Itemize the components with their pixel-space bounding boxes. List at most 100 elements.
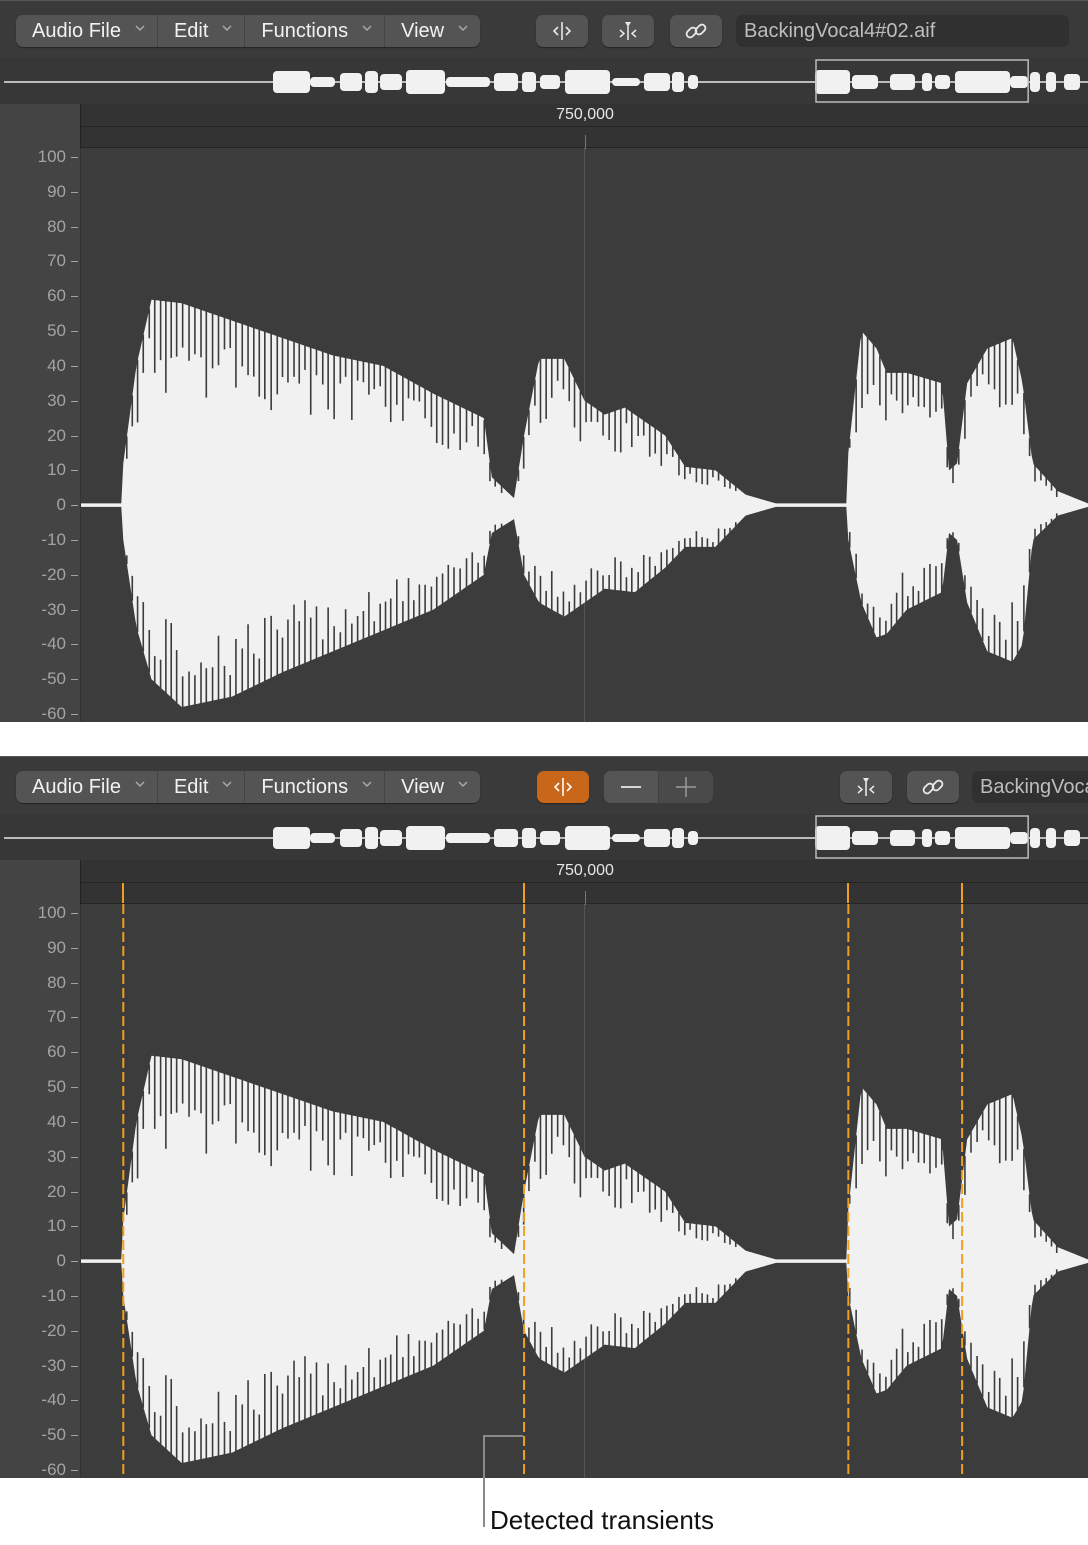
overview-blob bbox=[565, 826, 610, 850]
amplitude-axis: 100 90 80 70 60 50 40 30 20 10 0 -10 -20 -30 -40 -50 -60 bbox=[0, 903, 81, 1478]
ruler-marker-row bbox=[81, 127, 1088, 149]
y-tick-label: 80 bbox=[47, 972, 66, 992]
y-tick-label: -20 bbox=[41, 564, 66, 584]
menu-group: Audio File Edit Functions View bbox=[16, 771, 481, 803]
transient-edit-mode-button[interactable] bbox=[536, 15, 588, 47]
y-tick-label: 30 bbox=[47, 390, 66, 410]
overview-blob bbox=[380, 74, 402, 90]
menu-view[interactable]: View bbox=[385, 771, 480, 803]
filename-field[interactable]: BackingVocal4#02.aif bbox=[736, 15, 1069, 47]
link-icon bbox=[685, 23, 707, 39]
menu-functions[interactable]: Functions bbox=[245, 771, 386, 803]
toolbar: Audio File Edit Functions View BackingVo… bbox=[0, 756, 1088, 815]
overview-blob bbox=[365, 827, 378, 849]
y-tick-label: 30 bbox=[47, 1146, 66, 1166]
overview-blob bbox=[815, 70, 850, 94]
ruler-corner bbox=[0, 104, 80, 149]
overview-waveform bbox=[4, 815, 1088, 859]
chevron-down-icon bbox=[135, 781, 145, 789]
transient-edit-icon bbox=[553, 778, 573, 796]
filename-field[interactable]: BackingVocal4#02.aif bbox=[972, 771, 1088, 803]
overview-blob bbox=[365, 71, 378, 93]
ruler-marker-row bbox=[81, 883, 1088, 905]
y-tick-mark bbox=[71, 982, 78, 984]
toolbar: Audio File Edit Functions View BackingVo… bbox=[0, 0, 1088, 59]
filename-text: BackingVocal4#02.aif bbox=[744, 19, 936, 42]
menu-edit[interactable]: Edit bbox=[158, 15, 246, 47]
link-button[interactable] bbox=[907, 771, 959, 803]
y-tick-mark bbox=[71, 1087, 78, 1089]
remove-transients-button[interactable] bbox=[604, 771, 659, 803]
overview-strip[interactable] bbox=[0, 814, 1088, 861]
menu-label: Audio File bbox=[32, 19, 121, 42]
y-tick-mark bbox=[71, 913, 78, 914]
y-tick-mark bbox=[71, 435, 78, 437]
overview-blob bbox=[446, 833, 490, 843]
snap-to-transient-button[interactable] bbox=[602, 15, 654, 47]
overview-blob bbox=[852, 75, 878, 89]
y-tick-mark bbox=[71, 1400, 78, 1402]
callout-leader-horizontal bbox=[483, 1435, 523, 1437]
waveform-display[interactable] bbox=[81, 904, 1088, 1478]
transient-edit-mode-button[interactable] bbox=[537, 771, 589, 803]
chevron-down-icon bbox=[222, 781, 232, 789]
menu-audio-file[interactable]: Audio File bbox=[16, 771, 158, 803]
overview-blob bbox=[540, 75, 560, 89]
overview-blob bbox=[494, 73, 518, 91]
menu-label: Functions bbox=[261, 775, 349, 798]
y-tick-label: 40 bbox=[47, 355, 66, 375]
overview-blob bbox=[922, 73, 932, 91]
chevron-down-icon bbox=[458, 781, 468, 789]
y-tick-mark bbox=[71, 365, 78, 367]
overview-blob bbox=[310, 77, 335, 87]
add-transients-button[interactable] bbox=[659, 771, 713, 803]
sample-ruler[interactable]: 750,000 bbox=[80, 104, 1088, 149]
overview-blob bbox=[1010, 76, 1028, 88]
overview-blob bbox=[935, 75, 950, 89]
minus-icon bbox=[621, 786, 641, 788]
menu-label: Edit bbox=[173, 775, 209, 798]
y-tick-label: 100 bbox=[37, 147, 66, 166]
ruler-playhead-mark bbox=[584, 891, 586, 905]
overview-blob bbox=[955, 827, 1010, 849]
overview-strip[interactable] bbox=[0, 58, 1088, 105]
amplitude-axis: 100 90 80 70 60 50 40 30 20 10 0 -10 -20 -30 -40 -50 -60 bbox=[0, 147, 81, 722]
overview-blob bbox=[1046, 72, 1056, 92]
menu-edit[interactable]: Edit bbox=[158, 771, 246, 803]
callout-leader-vertical bbox=[483, 1435, 485, 1527]
overview-blob bbox=[310, 833, 335, 843]
overview-blob bbox=[565, 70, 610, 94]
snap-to-transient-icon bbox=[619, 22, 637, 40]
y-tick-mark bbox=[71, 1330, 78, 1332]
overview-blob bbox=[1046, 828, 1056, 848]
chevron-down-icon bbox=[222, 25, 232, 33]
y-tick-mark bbox=[71, 1052, 78, 1054]
y-tick-label: -40 bbox=[41, 1390, 66, 1410]
overview-blob bbox=[340, 73, 362, 91]
y-tick-mark bbox=[71, 226, 78, 228]
overview-blob bbox=[540, 831, 560, 845]
menu-functions[interactable]: Functions bbox=[245, 15, 386, 47]
callout-detected-transients: Detected transients bbox=[490, 1505, 715, 1535]
y-tick-label: 10 bbox=[47, 1216, 66, 1236]
overview-blob bbox=[644, 73, 670, 91]
y-tick-label: 60 bbox=[47, 286, 66, 306]
y-tick-label: -50 bbox=[41, 1425, 66, 1445]
menu-label: View bbox=[401, 19, 445, 42]
menu-label: Functions bbox=[261, 19, 349, 42]
snap-to-transient-button[interactable] bbox=[840, 771, 892, 803]
overview-blob bbox=[1010, 832, 1028, 844]
menu-view[interactable]: View bbox=[385, 15, 480, 47]
menu-audio-file[interactable]: Audio File bbox=[16, 15, 158, 47]
y-tick-mark bbox=[71, 505, 78, 507]
link-icon bbox=[922, 779, 944, 795]
y-tick-mark bbox=[71, 1121, 78, 1123]
sample-ruler[interactable]: 750,000 bbox=[80, 860, 1088, 905]
y-tick-mark bbox=[71, 296, 78, 298]
ruler-transient-mark bbox=[122, 883, 125, 903]
y-tick-label: -20 bbox=[41, 1320, 66, 1340]
waveform-display[interactable] bbox=[81, 148, 1088, 722]
link-button[interactable] bbox=[670, 15, 722, 47]
transient-edit-icon bbox=[552, 22, 572, 40]
sample-editor-after: Audio File Edit Functions View BackingVo… bbox=[0, 756, 1088, 1478]
